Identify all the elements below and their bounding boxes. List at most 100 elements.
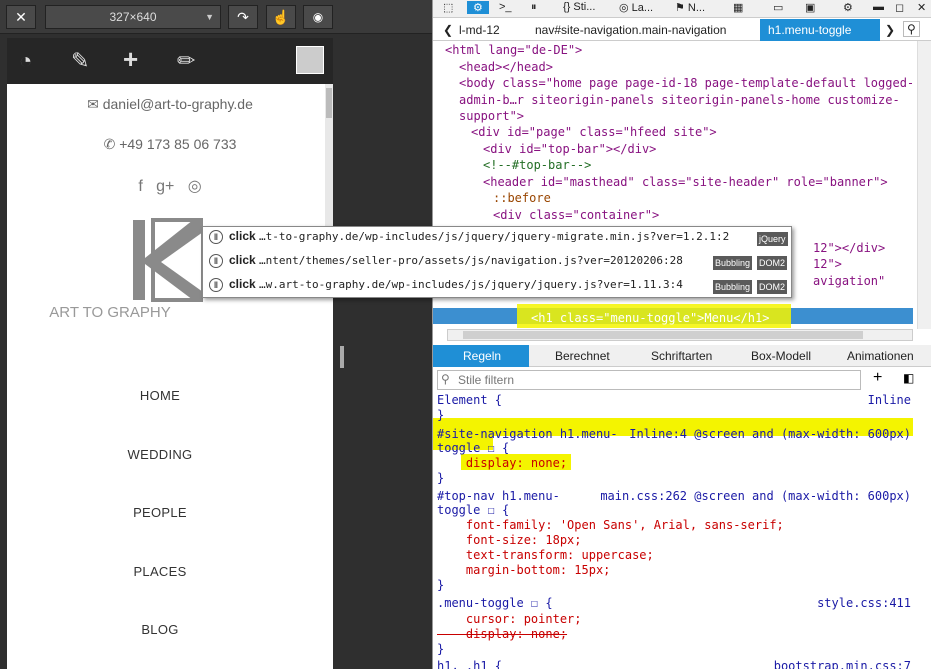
email-line[interactable]: ✉ daniel@art-to-graphy.de <box>7 96 333 113</box>
style-rule-line[interactable]: font-size: 18px; <box>437 533 911 547</box>
style-rule-line[interactable]: display: none; <box>437 627 911 641</box>
rule-text: display: none; <box>437 627 568 641</box>
nav-blog[interactable]: BLOG <box>7 622 313 637</box>
listener-row[interactable]: Ⅱclick …ntent/themes/seller-pro/assets/j… <box>209 253 789 275</box>
google-plus-icon[interactable]: g+ <box>156 178 174 195</box>
rule-text: font-family: 'Open Sans', Arial, sans-se… <box>437 518 784 532</box>
close-rdm-button[interactable]: ✕ <box>6 5 36 29</box>
rule-source-link[interactable]: main.css:262 @screen and (max-width: 600… <box>600 489 911 503</box>
resolution-value: 327×640 <box>109 10 157 24</box>
style-rule-line[interactable]: #site-navigation h1.menu- Inline:4 @scree… <box>437 427 911 441</box>
responsive-toolbar: ✕ 327×640 ▼ ↷ ☝ ◉ <box>0 0 432 34</box>
style-rule-line[interactable]: #top-nav h1.menu-main.css:262 @screen an… <box>437 489 911 503</box>
event-listener-popup: Ⅱclick …t-to-graphy.de/wp-includes/js/jq… <box>202 226 792 298</box>
listener-row[interactable]: Ⅱclick …w.art-to-graphy.de/wp-includes/j… <box>209 277 789 299</box>
site-admin-bar: ◔ ✎ + ✏ <box>7 38 333 84</box>
style-rule-line[interactable]: font-family: 'Open Sans', Arial, sans-se… <box>437 518 911 532</box>
style-rule-line[interactable]: } <box>437 471 911 485</box>
phone-text: +49 173 85 06 733 <box>119 136 237 152</box>
resolution-select[interactable]: 327×640 ▼ <box>45 5 221 29</box>
phone-icon: ✆ <box>103 136 120 152</box>
nav-places[interactable]: PLACES <box>7 564 313 579</box>
rule-text: } <box>437 642 445 656</box>
style-rule-line[interactable]: } <box>437 578 911 592</box>
rule-text: } <box>437 408 445 422</box>
rule-text: text-transform: uppercase; <box>437 548 654 562</box>
listener-url[interactable]: …w.art-to-graphy.de/wp-includes/js/jquer… <box>259 278 683 291</box>
style-rule-line[interactable]: margin-bottom: 15px; <box>437 563 911 577</box>
rules-list: Element { Inline} #site-navigation h1.menu… <box>433 0 913 669</box>
style-rule-line[interactable]: } <box>437 642 911 656</box>
touch-simulation-button[interactable]: ☝ <box>266 5 296 29</box>
style-rule-line[interactable]: toggle ☐ { <box>437 441 911 455</box>
listener-url[interactable]: …t-to-graphy.de/wp-includes/js/jquery/jq… <box>259 230 729 243</box>
close-icon: ✕ <box>15 8 27 25</box>
mail-icon: ✉ <box>87 96 103 112</box>
rule-text: .menu-toggle ☐ { <box>437 596 553 610</box>
nav-home[interactable]: HOME <box>7 388 313 403</box>
markup-vscroll[interactable] <box>917 41 931 329</box>
rule-text: cursor: pointer; <box>437 612 582 626</box>
rule-text: #site-navigation h1.menu- <box>437 427 618 441</box>
touch-icon: ☝ <box>272 8 290 25</box>
logo-text: ART TO GRAPHY <box>49 304 171 321</box>
style-rule-line[interactable]: toggle ☐ { <box>437 503 911 517</box>
style-rule-line[interactable]: } <box>437 408 911 422</box>
rule-text: } <box>437 578 445 592</box>
rule-text: h1, .h1 { <box>437 659 503 669</box>
dashboard-icon[interactable]: ◔ <box>19 48 32 74</box>
style-rule-line[interactable]: Element { Inline <box>437 393 911 407</box>
logo-mark <box>133 218 205 302</box>
style-rule-line[interactable]: .menu-toggle ☐ { style.css:411 <box>437 596 911 610</box>
facebook-icon[interactable]: f <box>138 178 142 195</box>
rule-source-link[interactable]: style.css:411 <box>817 596 911 610</box>
chevron-down-icon: ▼ <box>205 12 214 22</box>
instagram-icon[interactable]: ◎ <box>188 178 202 195</box>
pause-icon[interactable]: Ⅱ <box>209 253 223 268</box>
brush-icon[interactable]: ✎ <box>71 48 89 74</box>
close-devtools-icon[interactable]: ✕ <box>917 1 926 14</box>
rule-source-link[interactable]: bootstrap.min.css:7 <box>774 659 911 669</box>
rule-source-link[interactable]: Inline:4 @screen and (max-width: 600px) <box>629 427 911 441</box>
rule-text: Element { <box>437 393 503 407</box>
listener-url[interactable]: …ntent/themes/seller-pro/assets/js/navig… <box>259 254 683 267</box>
email-text: daniel@art-to-graphy.de <box>102 96 253 112</box>
style-rule-line[interactable]: text-transform: uppercase; <box>437 548 911 562</box>
avatar[interactable] <box>296 46 324 74</box>
site-logo[interactable] <box>131 218 205 302</box>
rule-text: toggle ☐ { <box>437 503 510 517</box>
nav-people[interactable]: PEOPLE <box>7 505 313 520</box>
rule-text: display: none; <box>437 456 568 470</box>
rule-source-link[interactable]: Inline <box>868 393 911 407</box>
site-scroll-thumb[interactable] <box>326 88 332 118</box>
event-type: click <box>229 253 260 267</box>
event-type: click <box>229 229 260 243</box>
rule-text: #top-nav h1.menu- <box>437 489 560 503</box>
social-links: f g+ ◎ <box>7 176 333 196</box>
rotate-button[interactable]: ↷ <box>228 5 258 29</box>
listener-badge: Bubbling <box>713 256 753 270</box>
rule-text: margin-bottom: 15px; <box>437 563 611 577</box>
rule-text: toggle ☐ { <box>437 441 510 455</box>
screenshot-button[interactable]: ◉ <box>303 5 333 29</box>
listener-row[interactable]: Ⅱclick …t-to-graphy.de/wp-includes/js/jq… <box>209 229 789 251</box>
rule-text: } <box>437 471 445 485</box>
phone-line[interactable]: ✆ +49 173 85 06 733 <box>7 136 333 153</box>
pause-icon[interactable]: Ⅱ <box>209 229 223 244</box>
resize-handle[interactable] <box>340 346 344 368</box>
style-rule-line[interactable]: display: none; <box>437 456 911 470</box>
style-rule-line[interactable]: h1, .h1 { bootstrap.min.css:7 <box>437 659 911 669</box>
event-type: click <box>229 277 260 291</box>
devtools-pane: ⬚ ⚙ >_ ⏸ {} Sti... ◎ La... ⚑ N... ▦ ▭ ▣ … <box>432 0 931 669</box>
pencil-icon[interactable]: ✏ <box>177 48 195 74</box>
site-viewport: ◔ ✎ + ✏ ✉ daniel@art-to-graphy.de ✆ +49 … <box>7 38 333 669</box>
nav-wedding[interactable]: WEDDING <box>7 447 313 462</box>
plus-icon[interactable]: + <box>123 44 138 75</box>
camera-icon: ◉ <box>312 10 324 24</box>
listener-badge: DOM2 <box>757 256 788 270</box>
pause-icon[interactable]: Ⅱ <box>209 277 223 292</box>
listener-badge: jQuery <box>757 232 788 246</box>
listener-badge: DOM2 <box>757 280 788 294</box>
style-rule-line[interactable]: cursor: pointer; <box>437 612 911 626</box>
rotate-icon: ↷ <box>237 8 249 25</box>
